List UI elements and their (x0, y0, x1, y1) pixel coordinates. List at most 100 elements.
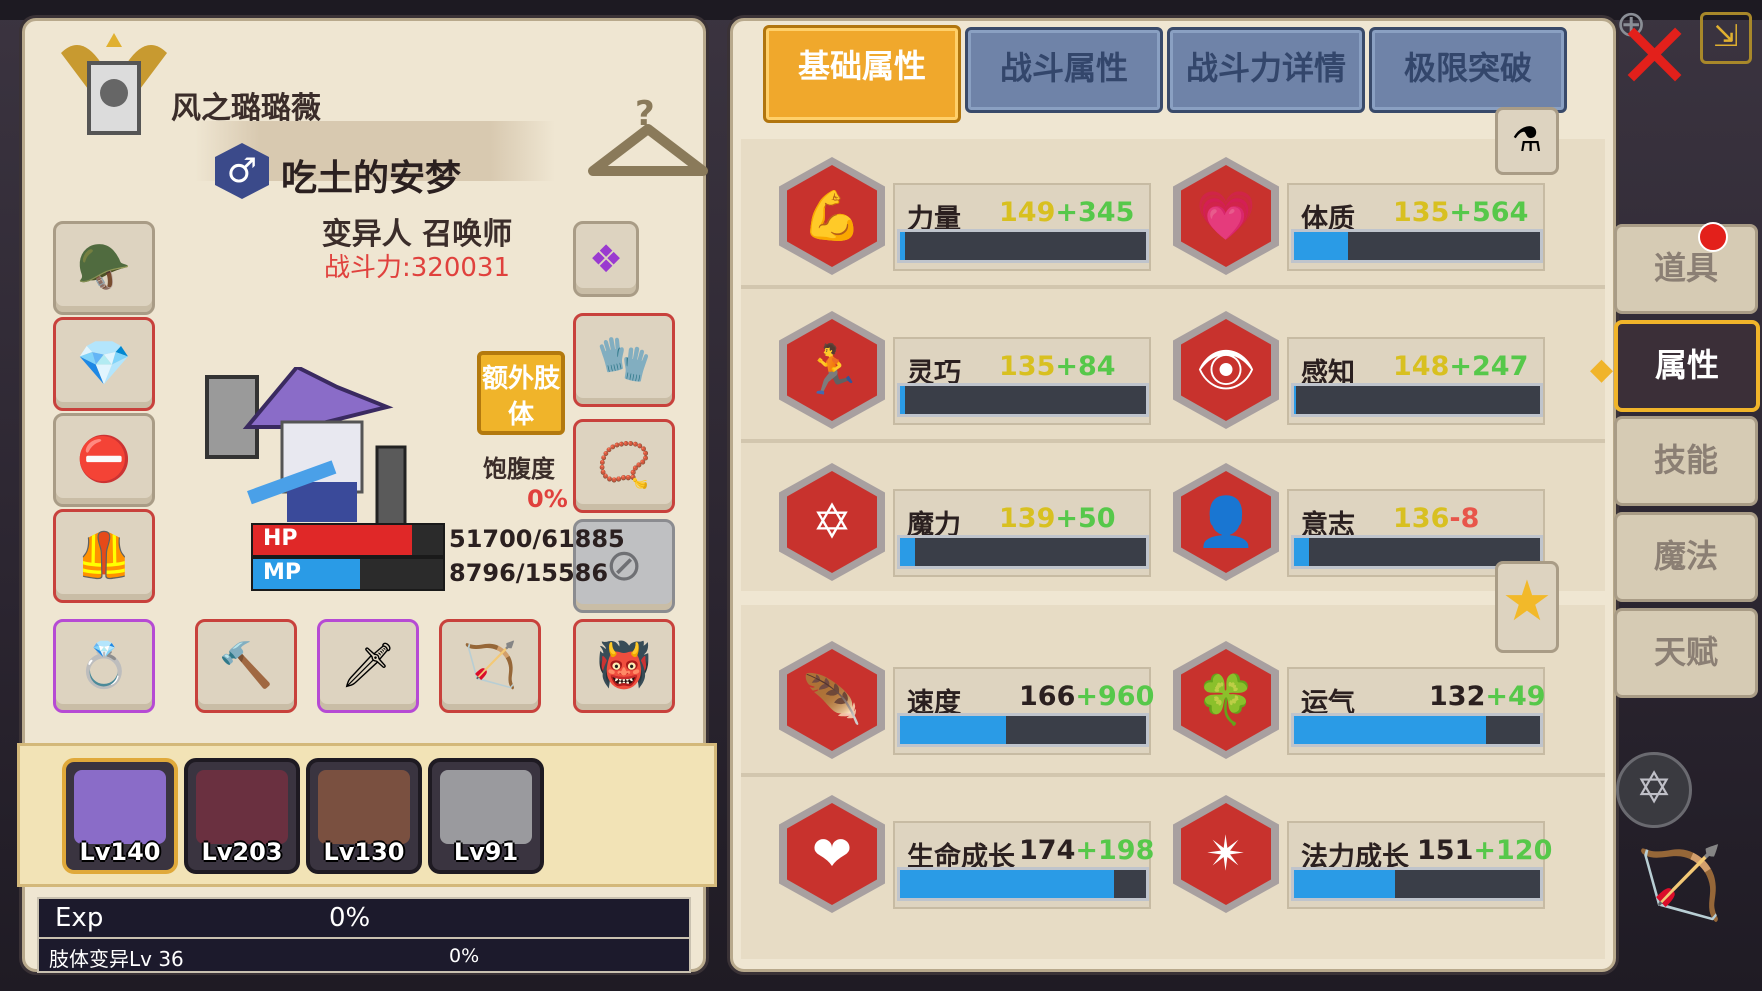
stat-bar-fill (1294, 386, 1297, 414)
stat-bar (897, 867, 1149, 901)
weapon-slot-crossbow[interactable]: 🏹 (439, 619, 541, 713)
purple-rune-icon: ❖ (588, 237, 624, 281)
player-name: 吃土的安梦 (281, 158, 462, 199)
stat-box: 魔力 139+50 (893, 489, 1151, 577)
stat-bonus: +50 (1055, 503, 1116, 534)
hexagram-icon: ✡ (1635, 763, 1673, 814)
satiety-label: 饱腹度 (483, 455, 555, 483)
hp-value: 51700/61885 (449, 525, 625, 553)
close-button[interactable]: ✕ (1616, 11, 1693, 103)
armor-icon: 🦺 (76, 530, 132, 581)
party-member-2[interactable]: Lv203 (184, 758, 300, 874)
weapon-slot-hammer[interactable]: 🔨 (195, 619, 297, 713)
stat-bar-fill (900, 386, 905, 414)
stat-bar (897, 229, 1149, 263)
stat-bar-fill (1294, 232, 1349, 260)
ring-slot[interactable]: 💍 (53, 619, 155, 713)
mutation-value: 0% (449, 945, 480, 967)
sword-icon: 🗡 (340, 640, 396, 691)
extra-limb-button[interactable]: 额外肢体 (477, 351, 565, 435)
character-sprite (205, 367, 407, 529)
stat-box: 运气 132+49 (1287, 667, 1546, 755)
side-menu-skills[interactable]: 技能 (1614, 416, 1758, 506)
stat-value: 135+564 (1393, 197, 1528, 228)
stat-bonus: -8 (1449, 503, 1480, 534)
tab-limit-break[interactable]: 极限突破 (1369, 27, 1567, 113)
close-icon: ✕ (1616, 3, 1694, 110)
locked-slot[interactable]: ⛔ (53, 413, 155, 507)
helmet-slot[interactable]: 🪖 (53, 221, 155, 315)
section-divider (741, 591, 1605, 605)
stat-bar (1291, 713, 1543, 747)
belt-slot[interactable]: 📿 (573, 419, 675, 513)
demon-pet-icon: 👹 (596, 640, 652, 691)
party-level: Lv130 (323, 838, 405, 866)
party-strip: Lv140 Lv203 Lv130 Lv91 (17, 743, 717, 887)
party-member-4[interactable]: Lv91 (428, 758, 544, 874)
tab-combat-power-details[interactable]: 战斗力详情 (1167, 27, 1365, 113)
row-divider (741, 285, 1605, 289)
tab-combat-attributes[interactable]: 战斗属性 (965, 27, 1163, 113)
stat-bonus: +960 (1075, 681, 1155, 712)
stat-bar (897, 713, 1149, 747)
potion-button[interactable]: ⚗ (1495, 107, 1559, 175)
hexagram-menu-button[interactable]: ✡ (1616, 752, 1692, 828)
necklace-slot[interactable]: 💎 (53, 317, 155, 411)
stat-bonus: +120 (1473, 835, 1553, 866)
mutation-label: 肢体变异Lv 36 (49, 947, 184, 971)
stat-bar (897, 383, 1149, 417)
ring-icon: 💍 (76, 640, 132, 691)
stat-box: 感知 148+247 (1287, 337, 1545, 425)
hp-label: HP (263, 526, 298, 551)
buff-slot[interactable]: ❖ (573, 221, 639, 297)
stat-bar-fill (900, 716, 1006, 744)
active-indicator-icon: ◆ (1590, 352, 1614, 387)
stat-base: 139 (999, 503, 1056, 534)
side-menu-talent[interactable]: 天赋 (1614, 608, 1758, 698)
stat-value: 174+198 (1019, 835, 1154, 866)
combat-power: 战斗力:320031 (323, 253, 510, 283)
row-divider (741, 773, 1605, 777)
armor-slot[interactable]: 🦺 (53, 509, 155, 603)
bow-icon[interactable]: 🏹 (1636, 842, 1723, 925)
stat-base: 174 (1019, 835, 1076, 866)
stat-bonus: +84 (1055, 351, 1116, 382)
stat-base: 135 (999, 351, 1056, 382)
party-level: Lv91 (453, 838, 519, 866)
tab-basic-attributes[interactable]: 基础属性 (763, 25, 961, 123)
party-avatar (318, 770, 410, 844)
side-menu-attributes[interactable]: 属性 (1614, 320, 1760, 412)
stat-value: 139+50 (999, 503, 1116, 534)
stat-bar-fill (1294, 716, 1486, 744)
side-menu-items[interactable]: 道具 (1614, 224, 1758, 314)
weapon-slot-sword[interactable]: 🗡 (317, 619, 419, 713)
character-panel: 风之璐璐薇 ♂ 吃土的安梦 ? 变异人 召唤师 战斗力:320031 🪖 💎 ⛔… (17, 18, 717, 973)
top-status-strip (0, 0, 1762, 20)
party-member-1[interactable]: Lv140 (62, 758, 178, 874)
stat-bar-fill (900, 870, 1115, 898)
hp-bar: HP (251, 523, 445, 557)
stat-bonus: +49 (1485, 681, 1546, 712)
star-icon: ★ (1501, 569, 1553, 634)
wardrobe-hanger-icon[interactable]: ? (583, 91, 713, 191)
stat-bar-fill (1294, 538, 1309, 566)
stat-bar-fill (900, 538, 915, 566)
party-level: Lv140 (79, 838, 161, 866)
stat-box: 体质 135+564 (1287, 183, 1545, 271)
pet-slot[interactable]: 👹 (573, 619, 675, 713)
helmet-icon: 🪖 (76, 242, 132, 293)
stat-base: 148 (1393, 351, 1450, 382)
party-member-3[interactable]: Lv130 (306, 758, 422, 874)
stat-bar-fill (1294, 870, 1395, 898)
notification-dot (1698, 222, 1728, 252)
attributes-panel: 基础属性 战斗属性 战斗力详情 极限突破 ⚗ 💪 力量 149+345 💗 体质… (730, 18, 1616, 972)
stat-value: 136-8 (1393, 503, 1479, 534)
party-level: Lv203 (201, 838, 283, 866)
star-upgrade-button[interactable]: ★ (1495, 561, 1559, 653)
stat-box: 力量 149+345 (893, 183, 1151, 271)
exit-button[interactable]: ⇲ (1700, 12, 1752, 64)
side-menu-magic[interactable]: 魔法 (1614, 512, 1758, 602)
stat-bar (1291, 867, 1543, 901)
stat-value: 132+49 (1429, 681, 1546, 712)
glove-slot[interactable]: 🧤 (573, 313, 675, 407)
